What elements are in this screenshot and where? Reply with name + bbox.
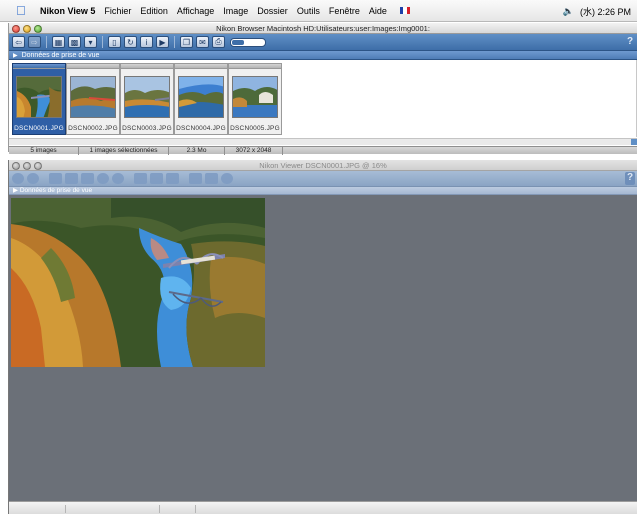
viewer-help-button[interactable]: ? [625, 172, 635, 185]
thumbnail-label: DSCN0001.JPG [14, 125, 64, 132]
sort-menu-icon[interactable]: ▾ [84, 36, 97, 48]
back-button[interactable]: ⇦ [12, 36, 25, 48]
thumbnail-item[interactable]: DSCN0003.JPG [120, 63, 174, 135]
menu-tools[interactable]: Outils [297, 6, 320, 16]
thumbnail-image [124, 76, 170, 118]
new-folder-icon[interactable]: ▦ [52, 36, 65, 48]
browser-title: Nikon Browser Macintosh HD:Utilisateurs:… [216, 24, 430, 33]
viewer-title: Nikon Viewer DSCN0001.JPG @ 16% [259, 161, 387, 170]
menu-app-name[interactable]: Nikon View 5 [40, 6, 95, 16]
viewer-window: Nikon Viewer DSCN0001.JPG @ 16% ? ▶ Donn… [8, 160, 637, 514]
menu-view[interactable]: Affichage [177, 6, 214, 16]
viewer-titlebar[interactable]: Nikon Viewer DSCN0001.JPG @ 16% [9, 160, 637, 171]
copy-icon[interactable]: ❐ [180, 36, 193, 48]
resize-grip-icon[interactable] [631, 139, 637, 145]
browser-titlebar[interactable]: Nikon Browser Macintosh HD:Utilisateurs:… [9, 23, 637, 34]
menu-help[interactable]: Aide [369, 6, 387, 16]
zoom-in-icon[interactable] [97, 173, 109, 184]
open-folder-icon[interactable]: ▯ [108, 36, 121, 48]
shooting-data-section[interactable]: ▶ Données de prise de vue [9, 51, 637, 60]
thumbnail-item[interactable]: DSCN0005.JPG [228, 63, 282, 135]
viewer-shooting-data-section[interactable]: ▶ Données de prise de vue [9, 187, 637, 195]
thumbnail-item[interactable]: DSCN0004.JPG [174, 63, 228, 135]
thumbnail-image [232, 76, 278, 118]
shooting-data-label: Données de prise de vue [21, 52, 100, 59]
image-canvas[interactable] [9, 196, 637, 501]
viewer-toolbar: ? [9, 171, 637, 187]
menu-image[interactable]: Image [223, 6, 248, 16]
browser-window: Nikon Browser Macintosh HD:Utilisateurs:… [8, 23, 637, 155]
selected-count: 1 images sélectionnées [79, 147, 169, 155]
close-window-icon[interactable] [12, 24, 20, 33]
thumbnail-view-icon[interactable]: ▩ [68, 36, 81, 48]
browser-toolbar: ⇦ ⇨ ▦ ▩ ▾ ▯ ↻ i ▶ ❐ ✉ ⎙ ? [9, 34, 637, 51]
thumbnail-label: DSCN0003.JPG [122, 125, 172, 132]
browser-horizontal-scrollbar[interactable] [9, 138, 637, 145]
slideshow-icon[interactable]: ▶ [156, 36, 169, 48]
file-size: 2.3 Mo [169, 147, 225, 155]
mail-icon[interactable]: ✉ [196, 36, 209, 48]
browser-status-bar: 5 images 1 images sélectionnées 2.3 Mo 3… [9, 146, 637, 155]
minimize-window-icon[interactable] [23, 161, 31, 170]
forward-button[interactable]: ⇨ [28, 36, 41, 48]
viewer-window-controls [12, 161, 42, 170]
menu-extras: 🔈 (水) 2:26 PM [563, 0, 631, 22]
thumbnail-size-slider[interactable] [230, 37, 266, 47]
image-dimensions: 3072 x 2048 [225, 147, 283, 155]
thumbnail-label: DSCN0002.JPG [68, 125, 118, 132]
close-window-icon[interactable] [12, 161, 20, 170]
zoom-window-icon[interactable] [34, 24, 42, 33]
menu-window[interactable]: Fenêtre [329, 6, 360, 16]
window-controls [12, 24, 42, 33]
viewer-shooting-data-label: Données de prise de vue [19, 187, 93, 194]
thumbnail-grid: DSCN0001.JPG DSCN0002.JPG DSCN0003.JPG D… [9, 60, 637, 137]
disclosure-triangle-icon[interactable]: ▶ [13, 53, 18, 59]
thumbnail-label: DSCN0004.JPG [176, 125, 226, 132]
print-image-icon[interactable] [221, 173, 233, 184]
image-count: 5 images [9, 147, 79, 155]
mail-image-icon[interactable] [205, 173, 218, 184]
thumbnail-label: DSCN0005.JPG [230, 125, 280, 132]
thumbnail-item[interactable]: DSCN0002.JPG [66, 63, 120, 135]
info-icon[interactable]: i [140, 36, 153, 48]
menu-bar:  Nikon View 5 Fichier Edition Affichage… [0, 0, 637, 22]
next-image-icon[interactable] [27, 173, 39, 184]
adjust-image-icon[interactable] [134, 173, 147, 184]
viewer-status-bar [9, 501, 637, 514]
thumbnail-image [178, 76, 224, 118]
browser-help-button[interactable]: ? [625, 36, 635, 48]
speaker-icon[interactable]: 🔈 [563, 6, 574, 17]
rotate-left-icon[interactable] [65, 173, 78, 184]
zoom-window-icon[interactable] [34, 161, 42, 170]
menu-file[interactable]: Fichier [104, 6, 131, 16]
menu-clock[interactable]: (水) 2:26 PM [580, 5, 631, 18]
disclosure-triangle-icon[interactable]: ▶ [13, 187, 18, 194]
thumbnail-item[interactable]: DSCN0001.JPG [12, 63, 66, 135]
thumbnail-image [16, 76, 62, 118]
previous-image-icon[interactable] [12, 173, 24, 184]
zoom-out-icon[interactable] [112, 173, 124, 184]
menu-edit[interactable]: Edition [140, 6, 168, 16]
apple-menu-icon[interactable]:  [16, 4, 28, 17]
displayed-photo [11, 198, 265, 367]
thumbnail-image [70, 76, 116, 118]
save-image-icon[interactable] [166, 173, 179, 184]
copy-image-icon[interactable] [189, 173, 202, 184]
input-language-flag-icon[interactable] [399, 7, 410, 14]
fit-to-window-icon[interactable] [49, 173, 62, 184]
menu-folder[interactable]: Dossier [257, 6, 288, 16]
crop-icon[interactable] [150, 173, 163, 184]
minimize-window-icon[interactable] [23, 24, 31, 33]
rotate-icon[interactable]: ↻ [124, 36, 137, 48]
print-icon[interactable]: ⎙ [212, 36, 225, 48]
rotate-right-icon[interactable] [81, 173, 94, 184]
